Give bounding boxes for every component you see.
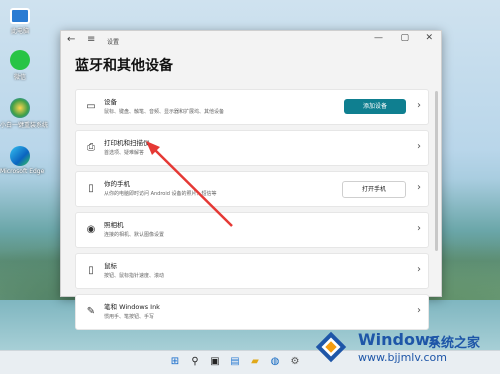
watermark-sub: 系统之家 <box>428 336 481 351</box>
start-icon[interactable]: ⊞ <box>168 355 182 369</box>
search-icon[interactable]: ⚲ <box>188 355 202 369</box>
edge-taskbar-icon[interactable]: ◍ <box>268 355 282 369</box>
windows-logo-icon <box>315 331 347 363</box>
watermark: Windows 系统之家 www.bjjmlv.com <box>300 322 500 372</box>
arrow-shaft <box>152 147 233 227</box>
watermark-url: www.bjjmlv.com <box>358 351 447 364</box>
annotation-arrow <box>146 141 233 227</box>
widgets-icon[interactable]: ▤ <box>228 355 242 369</box>
file-explorer-icon[interactable]: ▰ <box>248 355 262 369</box>
task-view-icon[interactable]: ▣ <box>208 355 222 369</box>
